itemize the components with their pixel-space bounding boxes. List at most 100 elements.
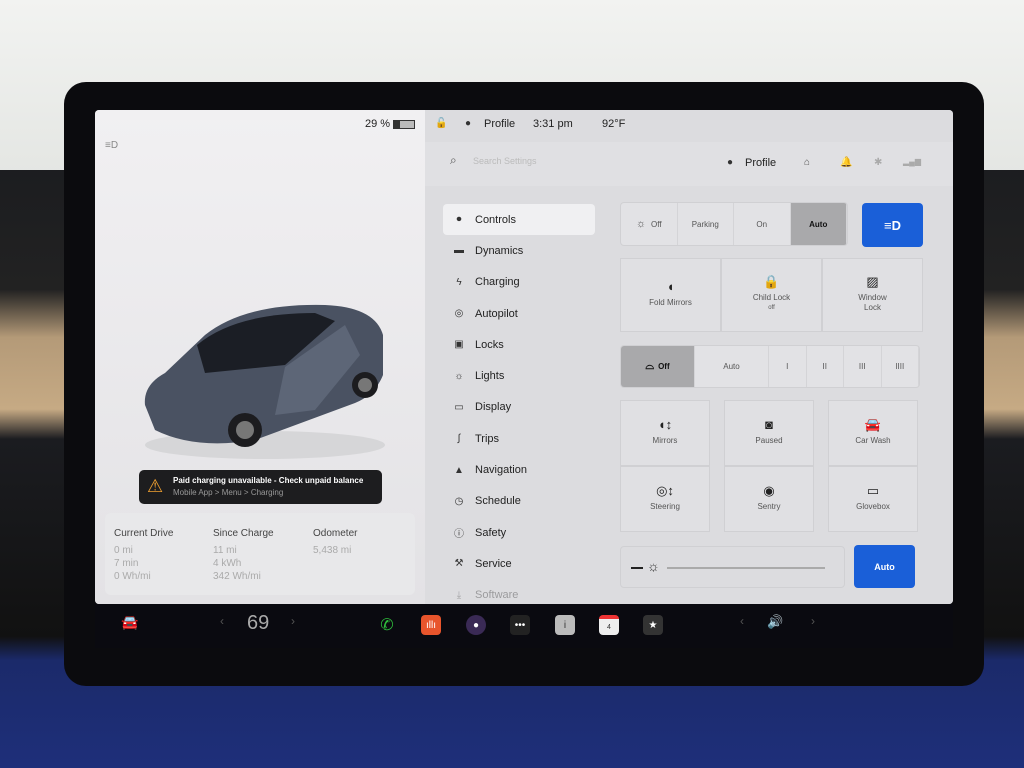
- tile-label: Paused: [755, 436, 783, 445]
- lights-off-option[interactable]: ☼ Off: [621, 203, 678, 245]
- menu-item-display[interactable]: ▭ Display: [443, 392, 595, 423]
- menu-item-software[interactable]: ⤓ Software: [443, 580, 595, 604]
- volume-up-chevron-icon[interactable]: ›: [811, 614, 815, 628]
- auto-high-beam-button[interactable]: ≡D: [862, 203, 923, 247]
- paid-charging-alert[interactable]: ⚠ Paid charging unavailable - Check unpa…: [139, 470, 382, 504]
- child-lock-button[interactable]: 🔒 Child Lock off: [721, 258, 822, 332]
- odometer-stats: Odometer 5,438 mi: [313, 527, 357, 557]
- cabin-temperature[interactable]: 69: [247, 612, 269, 635]
- headlight-indicator-icon: ≡D: [105, 140, 119, 151]
- menu-item-dynamics[interactable]: ▬ Dynamics: [443, 235, 595, 266]
- menu-item-schedule[interactable]: ◷ Schedule: [443, 486, 595, 517]
- more-apps-icon[interactable]: •••: [510, 615, 530, 635]
- car-wash-icon: 🚘: [864, 417, 882, 432]
- profile-icon: ●: [727, 157, 734, 168]
- calendar-icon[interactable]: 4: [599, 615, 619, 635]
- audio-app-icon[interactable]: ıllı: [421, 615, 441, 635]
- trip-stats-card[interactable]: Current Drive 0 mi 7 min 0 Wh/mi Since C…: [105, 513, 415, 595]
- phone-icon[interactable]: ✆: [377, 615, 397, 635]
- status-profile[interactable]: Profile: [484, 118, 515, 130]
- trips-icon: ∫: [457, 433, 461, 445]
- menu-item-label: Service: [475, 557, 512, 570]
- menu-item-service[interactable]: ⚒ Service: [443, 548, 595, 579]
- option-label: I: [786, 362, 789, 371]
- menu-item-lights[interactable]: ☼ Lights: [443, 360, 595, 391]
- wipers-selector[interactable]: ⌓ Off Auto I II III IIII: [620, 345, 920, 388]
- download-icon: ⤓: [456, 589, 462, 601]
- wiper-option-iii[interactable]: III: [844, 346, 882, 387]
- volume-down-chevron-icon[interactable]: ‹: [740, 614, 744, 628]
- since-charge-label: Since Charge: [213, 528, 274, 539]
- menu-item-safety[interactable]: ⓘ Safety: [443, 517, 595, 548]
- steering-wheel-icon: ◎: [454, 308, 464, 320]
- car-icon: ▬: [454, 245, 464, 257]
- car-icon[interactable]: 🚘: [121, 614, 138, 631]
- wiper-icon: ⌓: [645, 360, 655, 372]
- menu-item-charging[interactable]: ϟ Charging: [443, 267, 595, 298]
- sun-icon: ☼: [635, 218, 647, 230]
- menu-item-navigation[interactable]: ▲ Navigation: [443, 454, 595, 485]
- camera-icon[interactable]: ●: [466, 615, 486, 635]
- wiper-option-ii[interactable]: II: [807, 346, 844, 387]
- brightness-auto-button[interactable]: Auto: [854, 545, 915, 588]
- search-settings-input[interactable]: Search Settings: [473, 156, 537, 166]
- profile-icon: ●: [465, 118, 472, 129]
- menu-item-label: Software: [475, 589, 519, 602]
- garage-icon[interactable]: ⌂: [804, 157, 810, 168]
- bluetooth-icon[interactable]: ✱: [874, 157, 882, 168]
- paused-button[interactable]: ◙ Paused: [724, 400, 814, 466]
- menu-item-label: Display: [475, 401, 512, 414]
- bell-icon[interactable]: 🔔: [840, 157, 852, 168]
- manual-icon[interactable]: i: [555, 615, 575, 635]
- volume-icon[interactable]: 🔊: [767, 614, 783, 630]
- wiper-option-auto[interactable]: Auto: [695, 346, 769, 387]
- fold-mirrors-button[interactable]: ◖ Fold Mirrors: [620, 258, 721, 332]
- stat-value: 7 min: [114, 558, 139, 569]
- temp-up-chevron-icon[interactable]: ›: [291, 614, 295, 628]
- brightness-control: ☼: [620, 546, 845, 588]
- option-label: III: [858, 362, 866, 371]
- glovebox-icon: ▭: [866, 483, 880, 498]
- stat-value: 0 Wh/mi: [114, 571, 151, 582]
- calendar-day: 4: [607, 623, 611, 631]
- since-charge-stats: Since Charge 11 mi 4 kWh 342 Wh/mi: [213, 527, 274, 583]
- steering-adjust-icon: ◎↕: [656, 483, 674, 498]
- unlock-icon[interactable]: 🔓: [435, 118, 447, 129]
- car-model-image: [144, 304, 385, 459]
- alert-subtitle: Mobile App > Menu > Charging: [173, 488, 284, 497]
- wiper-option-iiii[interactable]: IIII: [882, 346, 919, 387]
- lights-parking-option[interactable]: Parking: [678, 203, 734, 245]
- mirrors-button[interactable]: ◖↕ Mirrors: [620, 400, 710, 466]
- window-lock-button[interactable]: ▨ Window Lock: [822, 258, 923, 332]
- wiper-option-i[interactable]: I: [769, 346, 807, 387]
- temp-down-chevron-icon[interactable]: ‹: [220, 614, 224, 628]
- option-label: IIII: [895, 362, 905, 371]
- menu-item-label: Locks: [475, 338, 504, 351]
- mirror-adjust-icon: ◖↕: [657, 417, 673, 432]
- tile-label: Mirrors: [652, 436, 678, 445]
- search-icon[interactable]: ⌕: [450, 153, 457, 168]
- header-profile-button[interactable]: Profile: [745, 157, 776, 169]
- tile-label: Car Wash: [855, 436, 891, 445]
- menu-item-controls[interactable]: ⏺ Controls: [443, 204, 595, 236]
- menu-item-trips[interactable]: ∫ Trips: [443, 423, 595, 454]
- navigation-icon: ▲: [454, 464, 464, 476]
- headlights-selector[interactable]: ☼ Off Parking On Auto: [620, 202, 848, 246]
- wiper-option-off[interactable]: ⌓ Off: [621, 346, 695, 387]
- menu-item-locks[interactable]: ▣ Locks: [443, 329, 595, 360]
- car-wash-button[interactable]: 🚘 Car Wash: [828, 400, 918, 466]
- tile-label: Glovebox: [856, 502, 890, 511]
- lights-on-option[interactable]: On: [734, 203, 791, 245]
- brightness-slider[interactable]: [667, 567, 825, 569]
- warning-icon: ⚠: [147, 476, 164, 496]
- lights-auto-option[interactable]: Auto: [790, 203, 847, 245]
- glovebox-button[interactable]: ▭ Glovebox: [828, 466, 918, 532]
- menu-item-autopilot[interactable]: ◎ Autopilot: [443, 298, 595, 329]
- steering-button[interactable]: ◎↕ Steering: [620, 466, 710, 532]
- status-temperature: 92°F: [602, 118, 626, 130]
- menu-item-label: Trips: [475, 432, 500, 445]
- sentry-button[interactable]: ◉ Sentry: [724, 466, 814, 532]
- menu-item-label: Autopilot: [475, 307, 518, 320]
- option-label: Off: [658, 362, 670, 371]
- toybox-icon[interactable]: ★: [643, 615, 663, 635]
